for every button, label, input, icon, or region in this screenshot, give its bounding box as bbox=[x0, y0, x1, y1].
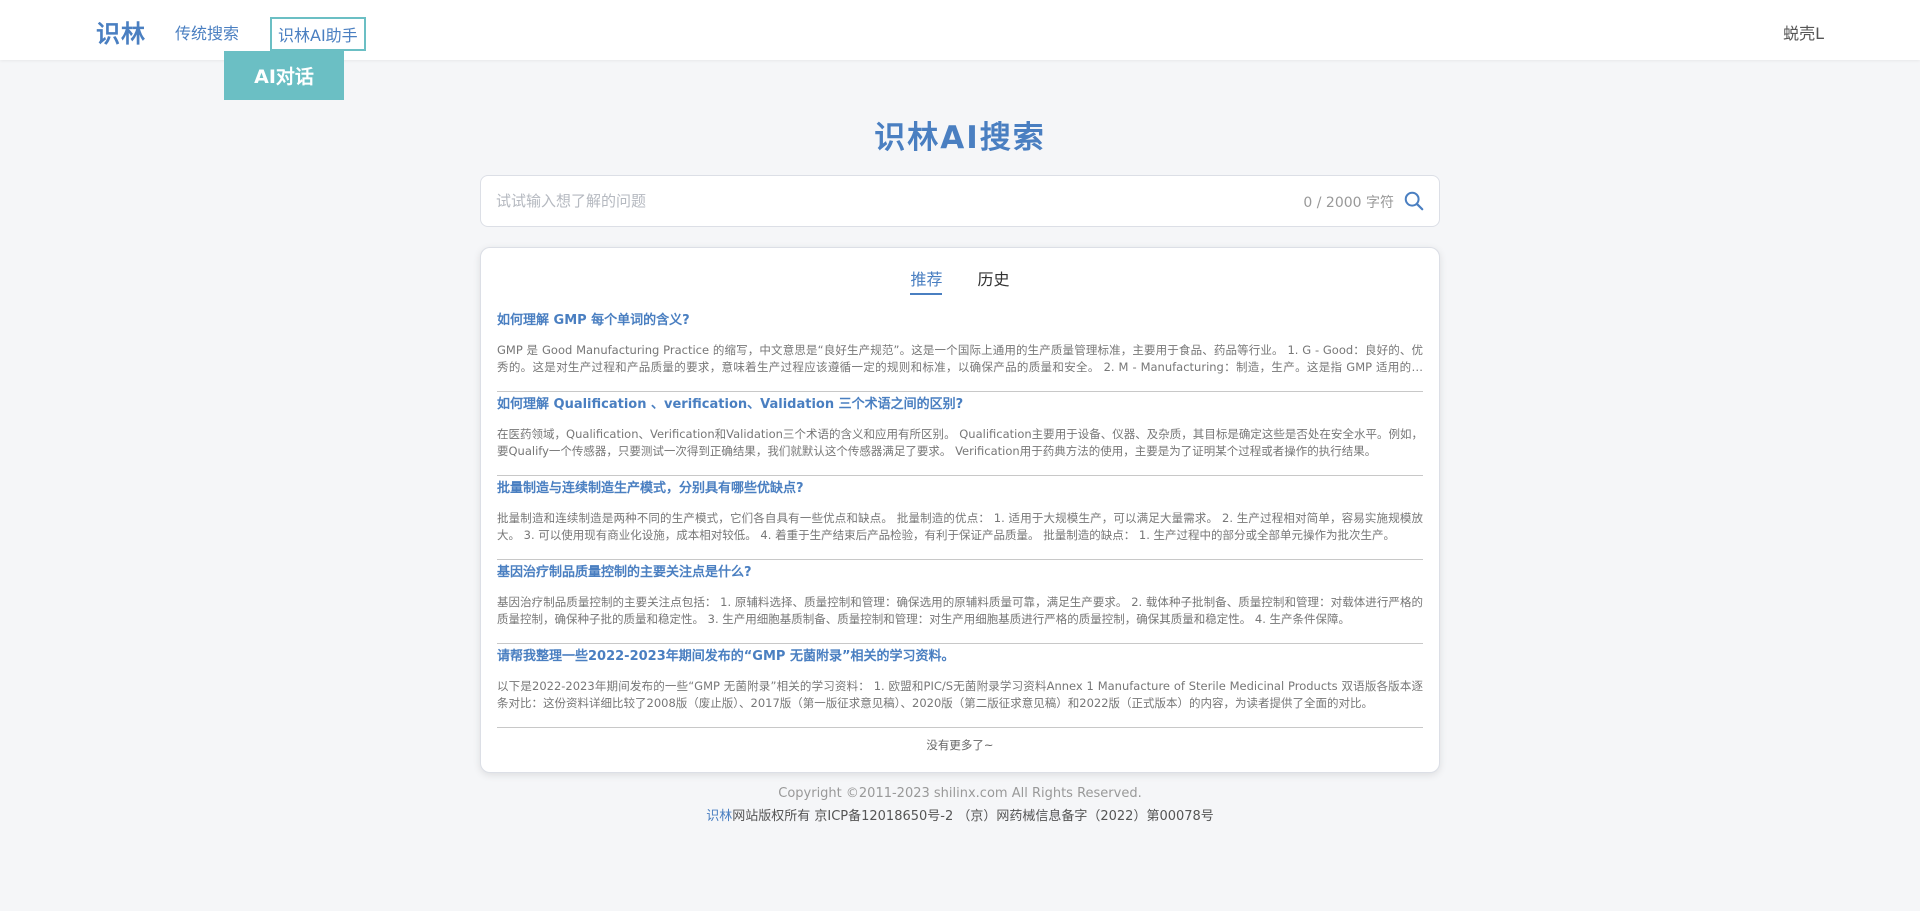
qa-question[interactable]: 如何理解 Qualification 、verification、Validat… bbox=[497, 395, 1423, 415]
qa-answer-preview: 在医药领域，Qualification、Verification和Validat… bbox=[497, 427, 1423, 458]
footer-icp-number[interactable]: 京ICP备12018650号-2 （京）网药械信息备字（2022）第00078号 bbox=[814, 809, 1213, 824]
qa-answer-preview: GMP 是 Good Manufacturing Practice 的缩写，中文… bbox=[497, 343, 1423, 374]
results-panel: 推荐 历史 如何理解 GMP 每个单词的含义? GMP 是 Good Manuf… bbox=[480, 247, 1440, 773]
search-icon[interactable] bbox=[1403, 190, 1425, 212]
list-item[interactable]: 如何理解 GMP 每个单词的含义? GMP 是 Good Manufacturi… bbox=[497, 308, 1423, 392]
qa-answer-preview: 基因治疗制品质量控制的主要关注点包括： 1. 原辅料选择、质量控制和管理：确保选… bbox=[497, 595, 1423, 626]
list-item[interactable]: 如何理解 Qualification 、verification、Validat… bbox=[497, 392, 1423, 476]
qa-question[interactable]: 如何理解 GMP 每个单词的含义? bbox=[497, 311, 1423, 331]
list-item[interactable]: 请帮我整理一些2022-2023年期间发布的“GMP 无菌附录”相关的学习资料。… bbox=[497, 644, 1423, 728]
site-logo[interactable]: 识林 bbox=[96, 14, 146, 49]
qa-answer-preview: 批量制造和连续制造是两种不同的生产模式，它们各自具有一些优点和缺点。 批量制造的… bbox=[497, 511, 1423, 542]
footer-copyright: Copyright ©2011-2023 shilinx.com All Rig… bbox=[778, 786, 1142, 801]
qa-question[interactable]: 基因治疗制品质量控制的主要关注点是什么? bbox=[497, 563, 1423, 583]
tab-recommend[interactable]: 推荐 bbox=[910, 266, 943, 295]
nav-ai-assistant[interactable]: 识林AI助手 bbox=[270, 17, 366, 51]
user-name[interactable]: 蜕壳L bbox=[1783, 20, 1824, 44]
qa-answer-preview: 以下是2022-2023年期间发布的一些“GMP 无菌附录”相关的学习资料： 1… bbox=[497, 679, 1423, 710]
page-title: 识林AI搜索 bbox=[874, 120, 1046, 156]
tab-bar: 推荐 历史 bbox=[481, 266, 1439, 295]
list-item[interactable]: 批量制造与连续制造生产模式，分别具有哪些优缺点? 批量制造和连续制造是两种不同的… bbox=[497, 476, 1423, 560]
nav-traditional-search[interactable]: 传统搜索 bbox=[175, 20, 239, 44]
no-more-label: 没有更多了~ bbox=[926, 738, 994, 752]
ai-chat-button[interactable]: AI对话 bbox=[224, 51, 344, 100]
qa-question[interactable]: 请帮我整理一些2022-2023年期间发布的“GMP 无菌附录”相关的学习资料。 bbox=[497, 647, 1423, 667]
footer-rights: 网站版权所有 bbox=[732, 809, 811, 824]
qa-question[interactable]: 批量制造与连续制造生产模式，分别具有哪些优缺点? bbox=[497, 479, 1423, 499]
search-box: 0 / 2000 字符 bbox=[480, 175, 1440, 227]
char-counter: 0 / 2000 字符 bbox=[1303, 195, 1394, 211]
qa-list: 如何理解 GMP 每个单词的含义? GMP 是 Good Manufacturi… bbox=[497, 308, 1423, 728]
list-item[interactable]: 基因治疗制品质量控制的主要关注点是什么? 基因治疗制品质量控制的主要关注点包括：… bbox=[497, 560, 1423, 644]
footer-brand-link[interactable]: 识林 bbox=[706, 809, 732, 824]
footer-icp: 识林网站版权所有 京ICP备12018650号-2 （京）网药械信息备字（202… bbox=[0, 805, 1920, 824]
search-input[interactable] bbox=[496, 176, 1276, 226]
tab-history[interactable]: 历史 bbox=[978, 266, 1010, 293]
